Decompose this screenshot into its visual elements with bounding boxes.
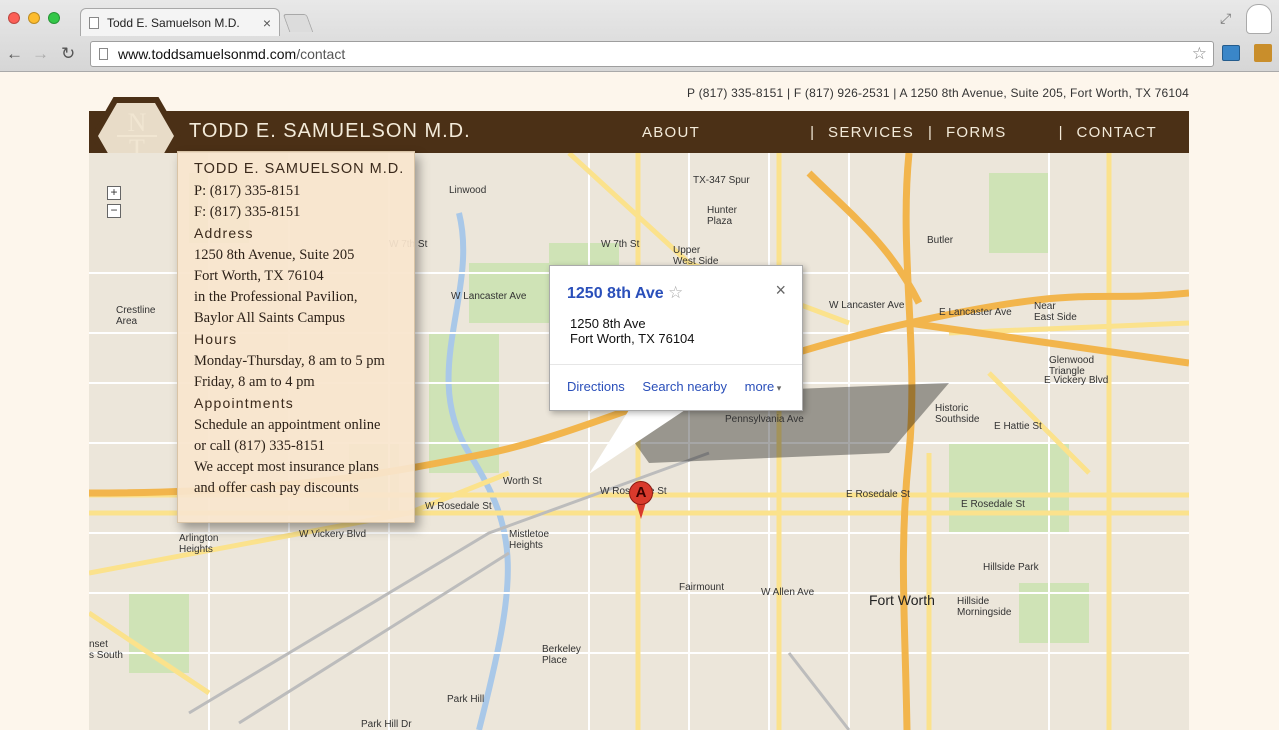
info-window: 1250 8th Ave ☆ × 1250 8th Ave Fort Worth…	[549, 265, 803, 411]
star-icon[interactable]: ☆	[1192, 44, 1207, 64]
browser-tab[interactable]: Todd E. Samuelson M.D. ×	[80, 8, 280, 36]
map-label: nset s South	[89, 639, 123, 661]
nav-separator: |	[1058, 123, 1063, 141]
appointments-line: Schedule an appointment online	[194, 417, 381, 433]
map-label: Park Hill Dr	[361, 719, 412, 730]
nav-services[interactable]: SERVICES	[828, 124, 914, 141]
page-icon	[99, 48, 108, 60]
more-link[interactable]: more	[745, 379, 782, 394]
url-host: www.toddsamuelsonmd.com	[118, 46, 297, 62]
nav-separator: |	[810, 123, 815, 141]
contact-panel: TODD E. SAMUELSON M.D. P: (817) 335-8151…	[177, 151, 415, 523]
address-heading: Address	[194, 225, 254, 241]
info-window-address: 1250 8th Ave Fort Worth, TX 76104	[570, 316, 695, 346]
reload-icon[interactable]: ↻	[61, 44, 75, 64]
appointments-heading: Appointments	[194, 395, 295, 411]
map-label: Hillside Park	[983, 562, 1039, 573]
map-label: E Rosedale St	[961, 499, 1025, 510]
map-label: Glenwood Triangle	[1049, 355, 1095, 377]
map-label: Pennsylvania Ave	[725, 414, 804, 425]
profile-avatar-icon[interactable]	[1246, 4, 1272, 34]
address-line: Baylor All Saints Campus	[194, 310, 346, 326]
menu-icon[interactable]	[1254, 44, 1272, 62]
page-icon	[89, 16, 99, 29]
map-label: Linwood	[449, 185, 487, 196]
map-label: E Hattie St	[994, 421, 1042, 432]
panel-fax: F: (817) 335-8151	[194, 204, 301, 220]
map-label: Park Hill	[447, 694, 485, 705]
nav-separator: |	[928, 123, 932, 141]
info-window-title[interactable]: 1250 8th Ave	[567, 285, 664, 303]
map-label: Berkeley Place	[542, 644, 581, 666]
appointments-line: and offer cash pay discounts	[194, 480, 359, 496]
extension-icon[interactable]	[1222, 45, 1240, 61]
panel-phone: P: (817) 335-8151	[194, 183, 301, 199]
map-label: E Vickery Blvd	[1044, 375, 1109, 386]
map-label: Mistletoe Heights	[509, 529, 550, 551]
appointments-line: or call (817) 335-8151	[194, 438, 325, 454]
map-label: Hunter Plaza	[707, 205, 738, 227]
hours-line: Monday-Thursday, 8 am to 5 pm	[194, 353, 385, 369]
page-content: P (817) 335-8151 | F (817) 926-2531 | A …	[0, 73, 1279, 730]
zoom-window-button[interactable]	[48, 12, 60, 24]
address-line: Fort Worth, TX 76104	[570, 331, 695, 346]
zoom-in-button[interactable]: +	[107, 186, 121, 200]
nav-contact[interactable]: CONTACT	[1077, 124, 1157, 141]
tab-close-icon[interactable]: ×	[263, 15, 271, 31]
new-tab-button[interactable]	[282, 14, 314, 32]
map-label: W Lancaster Ave	[829, 300, 905, 311]
divider	[550, 364, 802, 365]
map-label: TX-347 Spur	[693, 175, 750, 186]
map-label: Arlington Heights	[179, 533, 219, 555]
map-label: Fairmount	[679, 582, 725, 593]
star-icon[interactable]: ☆	[668, 283, 683, 303]
map-label-fort-worth: Fort Worth	[869, 592, 935, 608]
map-label: Near East Side	[1034, 301, 1077, 323]
search-nearby-link[interactable]: Search nearby	[642, 379, 727, 394]
nav-about[interactable]: ABOUT	[642, 124, 700, 141]
hours-line: Friday, 8 am to 4 pm	[194, 374, 315, 390]
address-line: in the Professional Pavilion,	[194, 289, 358, 305]
main-nav: ABOUT | SERVICES | FORMS | CONTACT	[642, 111, 1189, 153]
appointments-line: We accept most insurance plans	[194, 459, 379, 475]
map-label: E Rosedale St	[846, 489, 910, 500]
map-label: W Vickery Blvd	[299, 529, 367, 540]
zoom-out-button[interactable]: −	[107, 204, 121, 218]
map-label: Worth St	[503, 476, 542, 487]
map-label: W Allen Ave	[761, 587, 815, 598]
map-label: Crestline Area	[116, 305, 156, 327]
map-label: E Lancaster Ave	[939, 307, 1012, 318]
back-arrow-icon[interactable]: ←	[6, 44, 23, 64]
directions-link[interactable]: Directions	[567, 379, 625, 394]
close-window-button[interactable]	[8, 12, 20, 24]
address-line: 1250 8th Ave	[570, 316, 646, 331]
address-bar[interactable]: www.toddsamuelsonmd.com/contact ☆	[90, 41, 1214, 67]
map-marker-a[interactable]: A	[629, 481, 653, 519]
info-window-links: Directions Search nearby more	[567, 379, 795, 394]
hours-heading: Hours	[194, 331, 238, 347]
address-line: 1250 8th Avenue, Suite 205	[194, 247, 355, 263]
map-label: Butler	[927, 235, 954, 246]
map-label: Historic Southside	[935, 403, 980, 425]
contact-line: P (817) 335-8151 | F (817) 926-2531 | A …	[687, 86, 1189, 100]
map-label: Hillside Morningside	[957, 596, 1012, 618]
site-title[interactable]: TODD E. SAMUELSON M.D.	[189, 120, 471, 143]
fullscreen-icon[interactable]: ⤢	[1220, 10, 1231, 27]
minimize-window-button[interactable]	[28, 12, 40, 24]
map-label: W 7th St	[601, 239, 640, 250]
panel-name: TODD E. SAMUELSON M.D.	[194, 161, 405, 177]
site-header: N T TODD E. SAMUELSON M.D. ABOUT | SERVI…	[89, 97, 1189, 175]
marker-letter: A	[635, 484, 647, 501]
map-label: W Rosedale St	[425, 501, 492, 512]
forward-arrow-icon[interactable]: →	[32, 44, 49, 64]
map-label: Upper West Side	[673, 245, 719, 267]
url-path: /contact	[296, 46, 346, 62]
browser-chrome: Todd E. Samuelson M.D. × ⤢ ← → ↻ www.tod…	[0, 0, 1279, 72]
address-line: Fort Worth, TX 76104	[194, 268, 324, 284]
tab-title: Todd E. Samuelson M.D.	[107, 15, 240, 30]
close-icon[interactable]: ×	[775, 280, 786, 301]
map-label: W Lancaster Ave	[451, 291, 527, 302]
nav-forms[interactable]: FORMS	[946, 124, 1007, 141]
